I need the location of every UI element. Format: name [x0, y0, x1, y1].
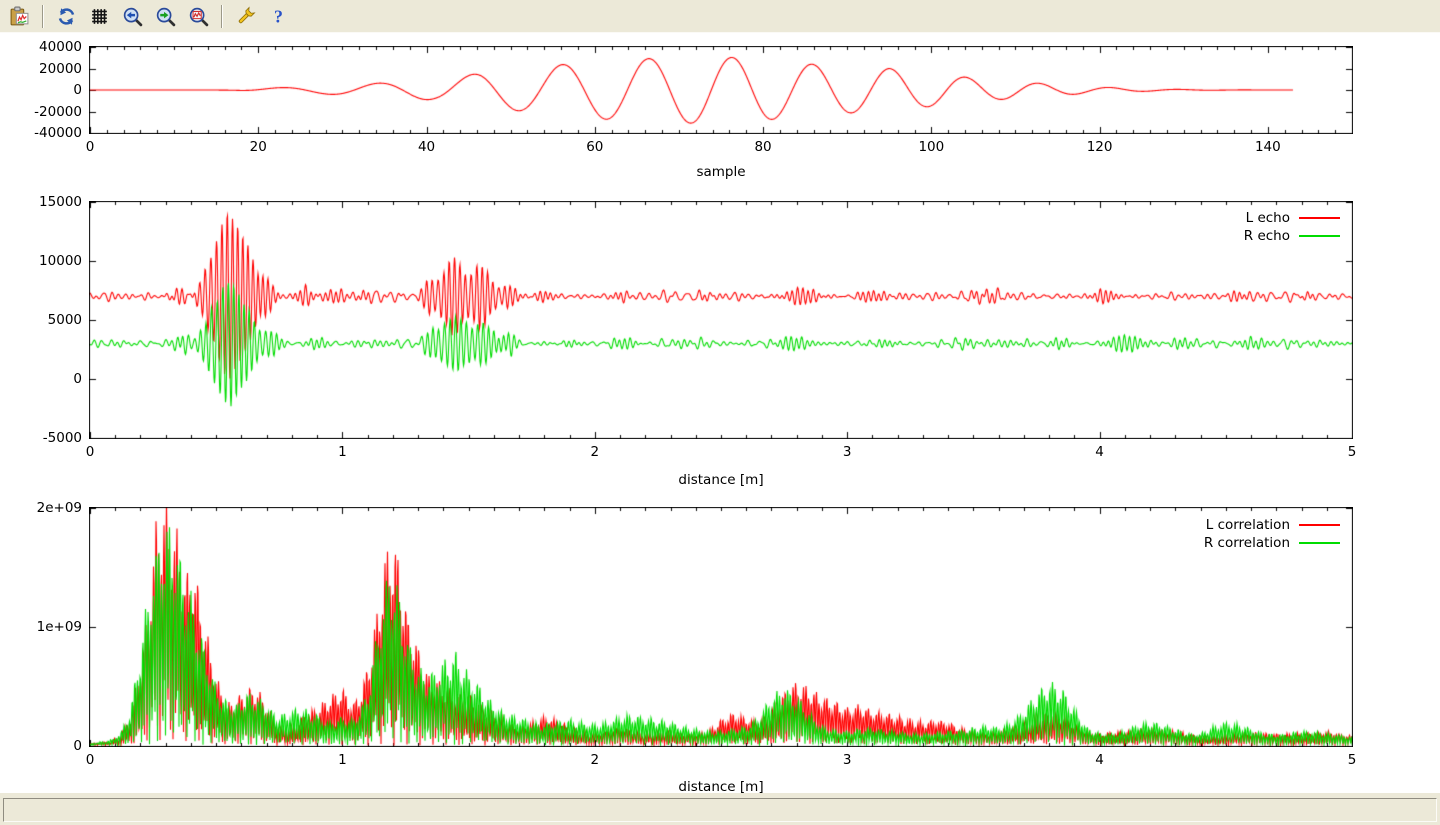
x-tick-label: 120: [1087, 139, 1113, 155]
x-tick-label: 0: [86, 752, 95, 768]
toolbar-separator: [42, 5, 44, 28]
x-tick-label: 40: [418, 139, 435, 155]
x-tick-label: 20: [250, 139, 267, 155]
help-button[interactable]: ?: [264, 2, 293, 31]
x-tick-label: 3: [843, 752, 852, 768]
help-icon: ?: [268, 6, 289, 27]
toggle-grid-button[interactable]: [85, 2, 114, 31]
legend-line-sample: [1299, 524, 1340, 526]
configure-button[interactable]: [231, 2, 260, 31]
x-tick-label: 3: [843, 444, 852, 460]
zoom-next-icon: [155, 6, 176, 27]
x-tick-label: 1: [338, 752, 347, 768]
y-tick-label: 5000: [0, 312, 82, 328]
legend-label: L correlation: [0, 517, 1290, 533]
replot-button[interactable]: [52, 2, 81, 31]
legend-label: R echo: [0, 228, 1290, 244]
legend-line-sample: [1299, 217, 1340, 219]
y-tick-label: 0: [0, 738, 82, 754]
zoom-previous-icon: [122, 6, 143, 27]
copy-plot-button[interactable]: [5, 2, 34, 31]
toolbar-separator: [221, 5, 223, 28]
plotting-area: 020406080100120140-40000-200000200004000…: [0, 33, 1440, 793]
x-tick-label: 0: [86, 444, 95, 460]
x-tick-label: 100: [918, 139, 944, 155]
x-tick-label: 4: [1095, 752, 1104, 768]
y-tick-label: -40000: [0, 125, 82, 141]
replot-icon: [56, 6, 77, 27]
x-tick-label: 4: [1095, 444, 1104, 460]
y-tick-label: -5000: [0, 430, 82, 446]
x-tick-label: 0: [86, 139, 95, 155]
y-tick-label: 0: [0, 371, 82, 387]
wrench-icon: [235, 6, 256, 27]
autoscale-icon: [188, 6, 209, 27]
statusbar-field: [3, 798, 1437, 822]
x-tick-label: 2: [591, 752, 600, 768]
legend-line-sample: [1299, 542, 1340, 544]
legend-label: R correlation: [0, 535, 1290, 551]
legend-label: L echo: [0, 210, 1290, 226]
y-tick-label: 0: [0, 82, 82, 98]
plot-area-canvas[interactable]: [89, 46, 1353, 134]
y-tick-label: 10000: [0, 253, 82, 269]
x-axis-label: distance [m]: [90, 472, 1352, 488]
y-tick-label: 1e+09: [0, 619, 82, 635]
y-tick-label: -20000: [0, 104, 82, 120]
x-tick-label: 1: [338, 444, 347, 460]
toolbar: ?: [0, 0, 1440, 33]
legend-line-sample: [1299, 235, 1340, 237]
x-tick-label: 5: [1348, 752, 1357, 768]
x-tick-label: 5: [1348, 444, 1357, 460]
y-tick-label: 2e+09: [0, 500, 82, 516]
grid-icon: [89, 6, 110, 27]
y-tick-label: 20000: [0, 61, 82, 77]
clipboard-chart-icon: [9, 6, 30, 27]
x-tick-label: 80: [754, 139, 771, 155]
svg-text:?: ?: [274, 6, 283, 26]
zoom-next-button[interactable]: [151, 2, 180, 31]
statusbar: [0, 793, 1440, 825]
x-tick-label: 2: [591, 444, 600, 460]
y-tick-label: 15000: [0, 194, 82, 210]
autoscale-button[interactable]: [184, 2, 213, 31]
zoom-previous-button[interactable]: [118, 2, 147, 31]
y-tick-label: 40000: [0, 39, 82, 55]
x-tick-label: 140: [1255, 139, 1281, 155]
x-tick-label: 60: [586, 139, 603, 155]
x-axis-label: sample: [90, 164, 1352, 180]
